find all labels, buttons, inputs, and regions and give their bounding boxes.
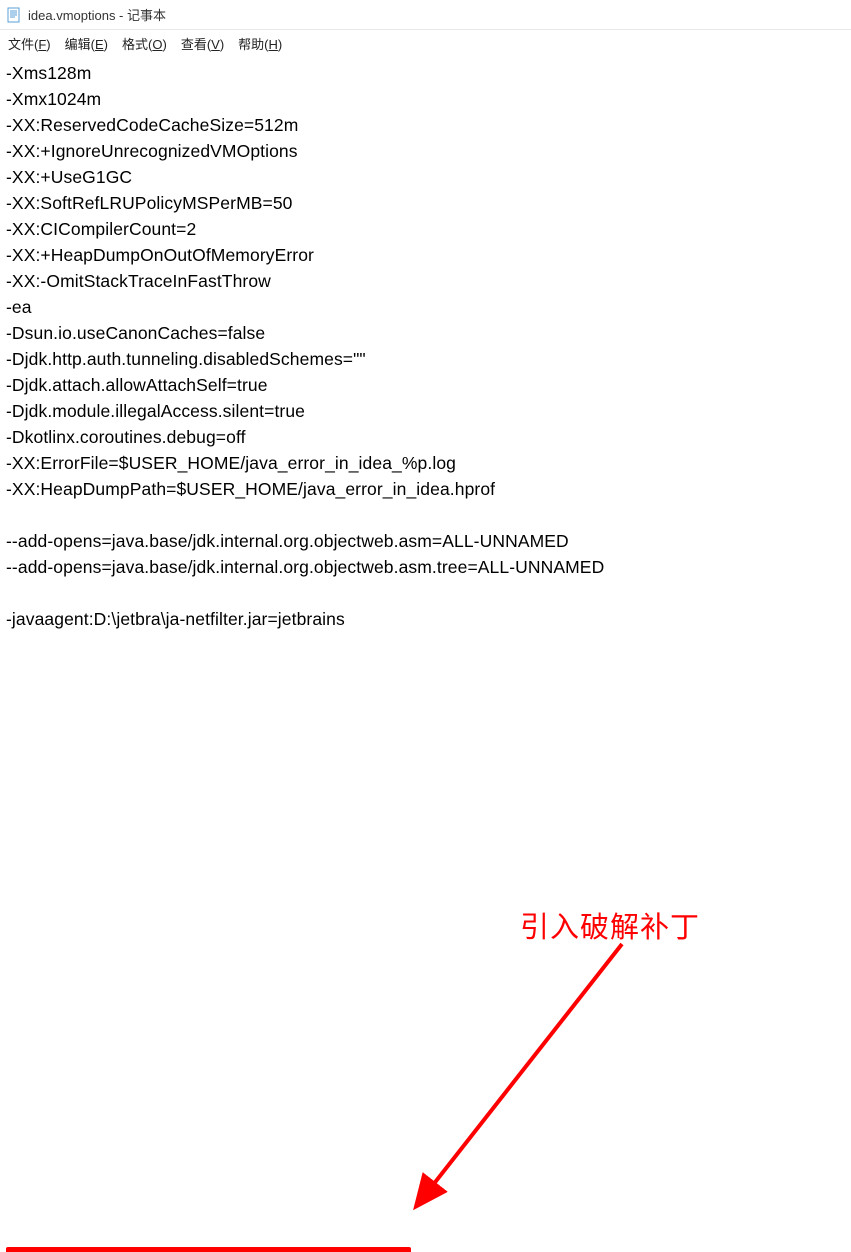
editor-content[interactable]: -Xms128m -Xmx1024m -XX:ReservedCodeCache…: [0, 54, 851, 632]
menu-help[interactable]: 帮助(H): [238, 34, 282, 53]
notepad-icon: [6, 7, 22, 23]
menu-format[interactable]: 格式(O): [122, 34, 167, 53]
titlebar: idea.vmoptions - 记事本: [0, 0, 851, 30]
menu-edit[interactable]: 编辑(E): [65, 34, 108, 53]
window-title: idea.vmoptions - 记事本: [28, 5, 166, 24]
menu-view[interactable]: 查看(V): [181, 34, 224, 53]
menu-file[interactable]: 文件(F): [8, 34, 51, 53]
annotation-label: 引入破解补丁: [520, 904, 700, 946]
menubar: 文件(F) 编辑(E) 格式(O) 查看(V) 帮助(H): [0, 30, 851, 54]
highlight-underline: [6, 1247, 411, 1252]
arrow-icon: [400, 932, 660, 1222]
